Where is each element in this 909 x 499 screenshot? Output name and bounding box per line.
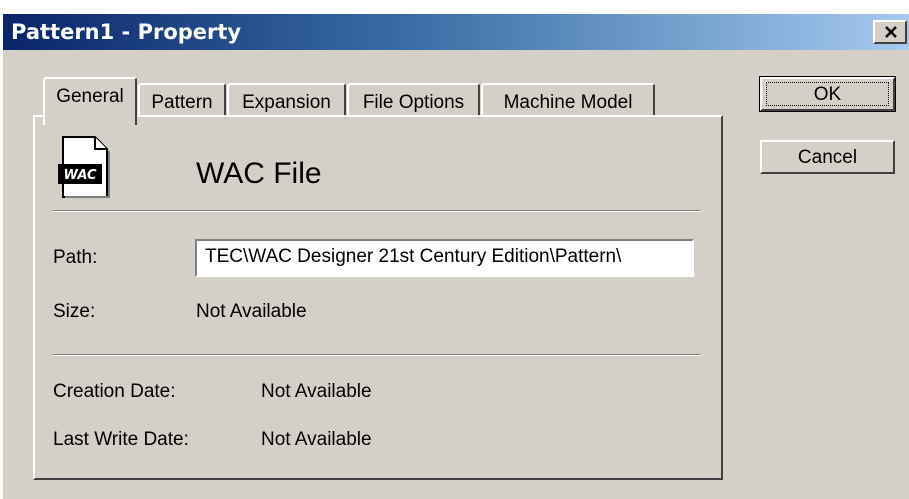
size-value: Not Available	[196, 301, 307, 322]
cancel-button-label: Cancel	[797, 147, 858, 168]
tab-machine-model-label: Machine Model	[503, 92, 633, 113]
path-field[interactable]: TEC\WAC Designer 21st Century Edition\Pa…	[195, 239, 694, 277]
tab-pattern-label: Pattern	[151, 92, 213, 113]
ok-button[interactable]: OK	[759, 76, 896, 112]
close-button[interactable]	[873, 20, 907, 44]
path-label: Path:	[53, 247, 98, 268]
title-bar[interactable]: Pattern1 - Property	[3, 14, 909, 50]
general-tab-panel	[33, 115, 723, 480]
creation-date-value: Not Available	[261, 381, 372, 402]
tab-general[interactable]: General	[43, 77, 137, 125]
tab-file-options-label: File Options	[362, 92, 465, 113]
cancel-button[interactable]: Cancel	[760, 140, 895, 174]
window-title: Pattern1 - Property	[11, 20, 242, 44]
document-icon: WAC	[58, 136, 110, 198]
last-write-date-label: Last Write Date:	[53, 429, 189, 450]
last-write-date-value: Not Available	[261, 429, 372, 450]
close-icon	[885, 26, 897, 38]
separator-bottom	[53, 354, 700, 356]
tab-general-label: General	[56, 86, 124, 107]
document-icon-label: WAC	[63, 168, 97, 183]
creation-date-label: Creation Date:	[53, 381, 176, 402]
file-type-heading: WAC File	[196, 157, 322, 190]
separator-top	[53, 210, 700, 212]
tab-expansion-label: Expansion	[242, 92, 331, 113]
size-label: Size:	[53, 301, 96, 322]
